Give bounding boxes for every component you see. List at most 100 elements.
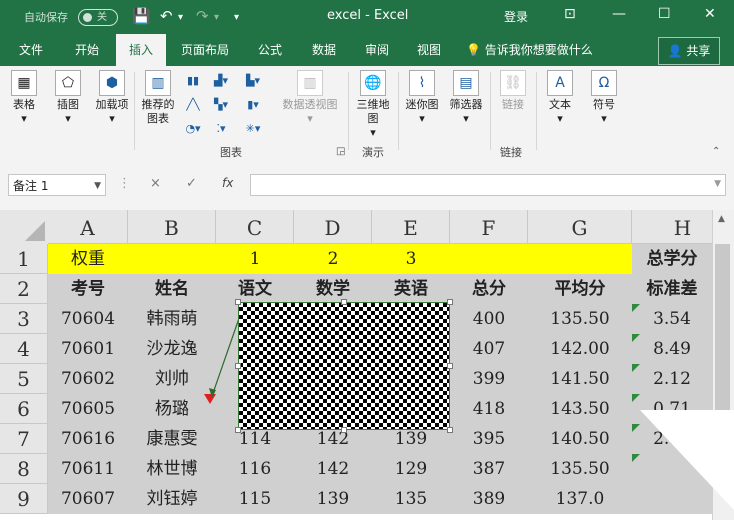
addins-button[interactable]: ⬢ 加载项 ▾ [94,70,130,126]
cell-c8[interactable]: 116 [216,454,294,484]
cell-a1[interactable]: 权重 [48,244,128,274]
radar-chart-icon[interactable]: ✳▾ [244,122,262,136]
minimize-icon[interactable]: — [612,6,626,22]
cell-f4[interactable]: 407 [450,334,528,364]
column-header-b[interactable]: B [128,210,216,244]
cell-g8[interactable]: 135.50 [528,454,632,484]
filters-button[interactable]: ▤ 筛选器 ▾ [446,70,486,126]
cell-f6[interactable]: 418 [450,394,528,424]
cancel-icon[interactable]: × [150,176,161,191]
statistic-chart-icon[interactable]: ▙▾ [244,74,262,88]
column-header-d[interactable]: D [294,210,372,244]
row-header-4[interactable]: 4 [0,334,48,364]
tab-formulas[interactable]: 公式 [246,34,294,66]
cell-e8[interactable]: 129 [372,454,450,484]
illustrations-button[interactable]: ⬠ 插图 ▾ [50,70,86,126]
cell-b9[interactable]: 刘钰婷 [128,484,216,514]
cell-g6[interactable]: 143.50 [528,394,632,424]
collapse-ribbon-icon[interactable]: ⌃ [712,146,720,157]
cell-f2[interactable]: 总分 [450,274,528,304]
select-all-button[interactable] [0,210,49,245]
worksheet-grid[interactable]: A B C D E F G H 1 2 3 4 5 6 7 8 9 权重 1 2… [0,210,734,520]
row-header-3[interactable]: 3 [0,304,48,334]
pie-chart-icon[interactable]: ◔▾ [184,122,202,136]
column-header-g[interactable]: G [528,210,632,244]
resize-handle[interactable] [235,299,241,305]
hierarchy-chart-icon[interactable]: ▟▾ [212,74,230,88]
share-button[interactable]: 👤 共享 [658,37,720,65]
cell-a3[interactable]: 70604 [48,304,128,334]
cell-g3[interactable]: 135.50 [528,304,632,334]
cell-d2[interactable]: 数学 [294,274,372,304]
redo-dropdown-icon[interactable]: ▾ [214,12,219,23]
scatter-chart-icon[interactable]: ⁚▾ [212,122,230,136]
autosave-toggle[interactable]: 关 [78,9,118,26]
table-button[interactable]: ▦ 表格 ▾ [6,70,42,126]
tab-file[interactable]: 文件 [8,34,54,66]
3d-map-button[interactable]: 🌐 三维地图 ▾ [352,70,394,140]
tab-page-layout[interactable]: 页面布局 [172,34,238,66]
close-icon[interactable]: ✕ [704,6,716,22]
ribbon-display-options-icon[interactable]: ⊡ [564,6,576,22]
maximize-icon[interactable]: ☐ [658,6,671,22]
error-indicator[interactable] [632,334,640,342]
resize-handle[interactable] [341,427,347,433]
cell-a7[interactable]: 70616 [48,424,128,454]
name-box[interactable]: 备注 1 ▼ [8,174,106,196]
resize-handle[interactable] [447,299,453,305]
column-header-c[interactable]: C [216,210,294,244]
resize-handle[interactable] [447,427,453,433]
cell-a4[interactable]: 70601 [48,334,128,364]
cell-f7[interactable]: 395 [450,424,528,454]
recommended-charts-button[interactable]: ▥ 推荐的图表 [138,70,178,126]
resize-handle[interactable] [235,363,241,369]
cell-h1[interactable]: 总学分 [632,244,712,274]
cell-b7[interactable]: 康惠雯 [128,424,216,454]
link-button[interactable]: ⛓ 链接 [496,70,530,112]
undo-dropdown-icon[interactable]: ▾ [178,12,183,23]
sparklines-button[interactable]: ⌇ 迷你图 ▾ [402,70,442,126]
column-header-a[interactable]: A [48,210,128,244]
waterfall-chart-icon[interactable]: ▚▾ [212,98,230,112]
cell-d9[interactable]: 139 [294,484,372,514]
cell-h5[interactable]: 2.12 [632,364,712,394]
undo-icon[interactable]: ↶ [160,7,173,25]
row-header-9[interactable]: 9 [0,484,48,514]
cell-d8[interactable]: 142 [294,454,372,484]
scroll-up-icon[interactable]: ▲ [718,214,725,224]
row-header-6[interactable]: 6 [0,394,48,424]
tab-home[interactable]: 开始 [62,34,112,66]
cell-g2[interactable]: 平均分 [528,274,632,304]
formula-input[interactable]: ▼ [250,174,726,196]
cell-a5[interactable]: 70602 [48,364,128,394]
save-icon[interactable]: 💾 [132,7,151,25]
cell-e1[interactable]: 3 [372,244,450,274]
row-header-8[interactable]: 8 [0,454,48,484]
text-button[interactable]: A 文本 ▾ [542,70,578,126]
cell-g4[interactable]: 142.00 [528,334,632,364]
tab-insert[interactable]: 插入 [116,34,166,66]
cell-g7[interactable]: 140.50 [528,424,632,454]
error-indicator[interactable] [632,454,640,462]
cell-a6[interactable]: 70605 [48,394,128,424]
redo-icon[interactable]: ↷ [196,7,209,25]
comment-box[interactable] [238,302,450,430]
cell-b8[interactable]: 林世博 [128,454,216,484]
error-indicator[interactable] [632,394,640,402]
row-header-5[interactable]: 5 [0,364,48,394]
combo-chart-icon[interactable]: ▮▾ [244,98,262,112]
tab-data[interactable]: 数据 [300,34,348,66]
column-chart-icon[interactable]: ▮▮ [184,74,202,88]
enter-icon[interactable]: ✓ [186,176,197,191]
error-indicator[interactable] [632,364,640,372]
column-header-e[interactable]: E [372,210,450,244]
cell-c9[interactable]: 115 [216,484,294,514]
resize-handle[interactable] [235,427,241,433]
line-chart-icon[interactable]: ╱╲ [184,98,202,112]
error-indicator[interactable] [632,424,640,432]
cell-a2[interactable]: 考号 [48,274,128,304]
cell-g5[interactable]: 141.50 [528,364,632,394]
cell-e2[interactable]: 英语 [372,274,450,304]
customize-quick-access-icon[interactable]: ▾ [234,12,239,23]
resize-handle[interactable] [447,363,453,369]
